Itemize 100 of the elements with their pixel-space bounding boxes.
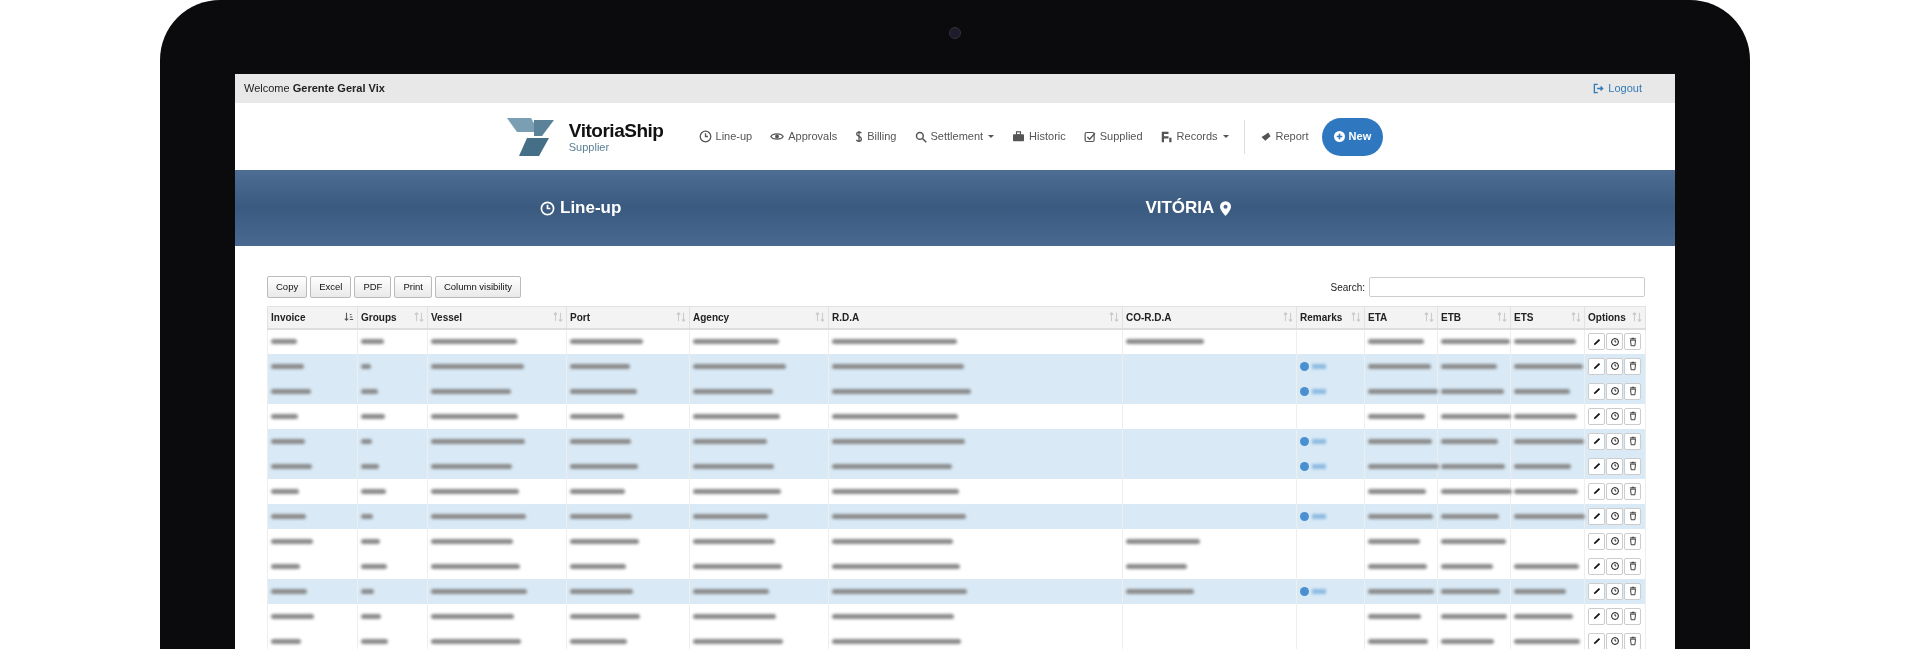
blurred-text [361,438,372,444]
column-header[interactable]: Options [1584,306,1646,329]
column-header[interactable]: ETA [1364,306,1438,329]
export-button[interactable]: Print [394,276,432,298]
blurred-text [1441,463,1505,469]
trash-button[interactable] [1624,532,1641,550]
trash-button[interactable] [1624,507,1641,525]
column-header[interactable]: Port [566,306,690,329]
clock-icon [1609,511,1620,521]
blurred-text [1126,563,1187,569]
trash-button[interactable] [1624,382,1641,400]
pencil-icon [1591,586,1602,596]
nav-link[interactable]: Supplied [1074,128,1152,145]
clock-button[interactable] [1606,457,1623,475]
column-header[interactable]: ETS [1510,306,1585,329]
clock-icon [1609,411,1620,421]
blurred-text [1441,413,1511,419]
clock-button[interactable] [1606,607,1623,625]
new-button[interactable]: New [1321,117,1384,156]
export-button[interactable]: Column visibility [434,276,522,298]
trash-button[interactable] [1624,432,1641,450]
briefcase-icon [1012,131,1026,142]
pencil-button[interactable] [1588,582,1605,600]
pencil-button[interactable] [1588,432,1605,450]
pencil-button[interactable] [1588,382,1605,400]
blurred-text [1368,463,1439,469]
trash-button[interactable] [1624,607,1641,625]
welcome-text: Welcome Gerente Geral Vix [244,81,385,97]
blurred-text [271,463,312,469]
trash-button[interactable] [1624,582,1641,600]
trash-button[interactable] [1624,482,1641,500]
blurred-text [1368,513,1433,519]
column-header[interactable]: R.D.A [828,306,1123,329]
pencil-button[interactable] [1588,407,1605,425]
nav-link[interactable]: Historic [1003,128,1075,145]
blurred-text [1514,563,1579,569]
blurred-text [570,588,633,594]
trash-button[interactable] [1624,357,1641,375]
clock-icon [1609,536,1620,546]
blurred-text [1368,638,1428,644]
blurred-text [1368,538,1420,544]
trash-button[interactable] [1624,557,1641,575]
blurred-text [1514,363,1583,369]
column-header[interactable]: CO-R.D.A [1122,306,1297,329]
pencil-button[interactable] [1588,507,1605,525]
pencil-icon [1591,436,1602,446]
blurred-text [1441,613,1507,619]
nav-link[interactable]: Records [1151,128,1238,145]
clock-button[interactable] [1606,632,1623,649]
nav-link[interactable]: Line-up [689,128,762,145]
column-header[interactable]: Vessel [427,306,567,329]
clock-button[interactable] [1606,507,1623,525]
clock-button[interactable] [1606,333,1623,350]
clock-icon [1609,361,1620,371]
nav-link[interactable]: Approvals [761,128,847,145]
nav-link[interactable]: Settlement [905,128,1004,145]
clock-button[interactable] [1606,382,1623,400]
clock-icon [540,200,555,216]
export-button[interactable]: Excel [310,276,352,298]
trash-button[interactable] [1624,632,1641,649]
pencil-icon [1591,461,1602,471]
column-header[interactable]: Agency [689,306,829,329]
trash-button[interactable] [1624,407,1641,425]
trash-button[interactable] [1624,457,1641,475]
clock-button[interactable] [1606,532,1623,550]
pencil-button[interactable] [1588,333,1605,350]
pencil-button[interactable] [1588,532,1605,550]
search-field[interactable] [1369,277,1645,297]
pencil-button[interactable] [1588,632,1605,649]
pencil-button[interactable] [1588,557,1605,575]
blurred-text [271,613,314,619]
nav-link[interactable]: Report [1250,128,1318,145]
clock-button[interactable] [1606,407,1623,425]
column-header[interactable]: Remarks [1296,306,1365,329]
blurred-text [570,413,624,419]
pencil-button[interactable] [1588,357,1605,375]
clock-button[interactable] [1606,432,1623,450]
blurred-text [271,513,306,519]
blurred-text [271,413,298,419]
clock-button[interactable] [1606,482,1623,500]
column-header[interactable]: ETB [1437,306,1511,329]
pencil-button[interactable] [1588,607,1605,625]
nav-link[interactable]: Billing [846,128,906,145]
export-button[interactable]: Copy [267,276,308,298]
trash-icon [1627,611,1638,621]
blurred-text [570,363,630,369]
logout-link[interactable]: Logout [1593,80,1642,97]
clock-button[interactable] [1606,357,1623,375]
trash-button[interactable] [1624,333,1641,350]
clock-button[interactable] [1606,582,1623,600]
pencil-button[interactable] [1588,482,1605,500]
map-pin-icon [1220,200,1232,216]
clock-icon [1609,436,1620,446]
blurred-text [271,363,304,369]
blurred-text [1368,339,1424,344]
column-header[interactable]: Invoice [267,306,358,329]
export-button[interactable]: PDF [354,276,392,298]
column-header[interactable]: Groups [357,306,428,329]
pencil-button[interactable] [1588,457,1605,475]
clock-button[interactable] [1606,557,1623,575]
